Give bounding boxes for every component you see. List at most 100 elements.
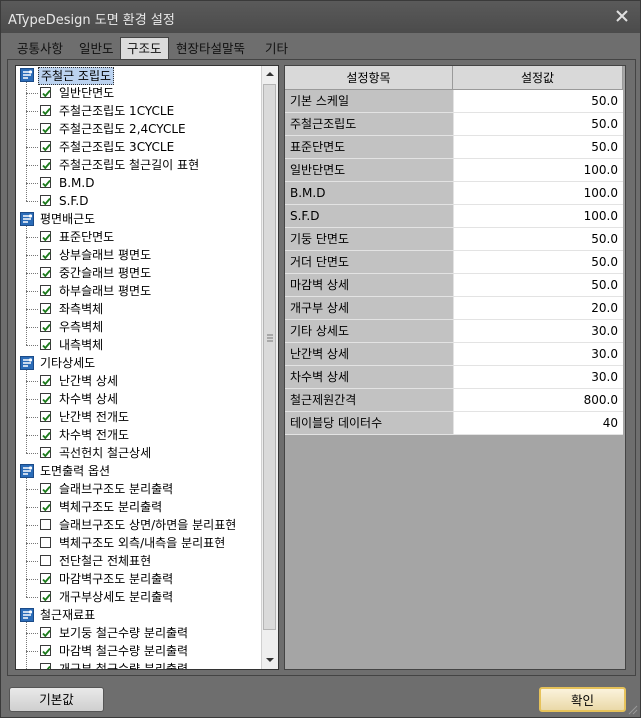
grid-value-cell[interactable]: 50.0 — [453, 90, 623, 113]
checkbox[interactable] — [40, 141, 51, 152]
grid-key-cell: 마감벽 상세 — [285, 274, 453, 297]
checkbox[interactable] — [40, 285, 51, 296]
tree-item[interactable]: 하부슬래브 평면도 — [16, 282, 262, 300]
tree-item[interactable]: 벽체구조도 분리출력 — [16, 498, 262, 516]
tree-item[interactable]: 주철근조립도 1CYCLE — [16, 102, 262, 120]
tree-item[interactable]: 전단철근 전체표현 — [16, 552, 262, 570]
grid-row: 주철근조립도 50.0 — [285, 113, 623, 136]
window-title: ATypeDesign 도면 환경 설정 — [8, 13, 175, 28]
tree-item[interactable]: 곡선헌치 철근상세 — [16, 444, 262, 462]
resize-grip-icon[interactable] — [626, 703, 638, 715]
checkbox[interactable] — [40, 645, 51, 656]
default-button[interactable]: 기본값 — [9, 687, 104, 712]
checkbox[interactable] — [40, 267, 51, 278]
checkbox[interactable] — [40, 87, 51, 98]
checkbox[interactable] — [40, 447, 51, 458]
grid-value-cell[interactable]: 100.0 — [453, 205, 623, 228]
title-bar[interactable]: ATypeDesign 도면 환경 설정 — [1, 1, 640, 33]
tab-common[interactable]: 공통사항 — [11, 39, 69, 59]
tree-item[interactable]: 중간슬래브 평면도 — [16, 264, 262, 282]
grid-value-cell[interactable]: 30.0 — [453, 343, 623, 366]
checkbox[interactable] — [40, 501, 51, 512]
checkbox[interactable] — [40, 519, 51, 530]
tree-item[interactable]: 슬래브구조도 분리출력 — [16, 480, 262, 498]
tree-item[interactable]: 개구부상세도 분리출력 — [16, 588, 262, 606]
checkbox[interactable] — [40, 663, 51, 669]
grid-key-cell: 난간벽 상세 — [285, 343, 453, 366]
tree-item[interactable]: 상부슬래브 평면도 — [16, 246, 262, 264]
checkbox[interactable] — [40, 393, 51, 404]
tree-item[interactable]: B.M.D — [16, 174, 262, 192]
tree-group[interactable]: 도면출력 옵션 — [16, 462, 262, 480]
tree-group[interactable]: 평면배근도 — [16, 210, 262, 228]
checkbox[interactable] — [40, 231, 51, 242]
tree-item[interactable]: 난간벽 전개도 — [16, 408, 262, 426]
grid-value-cell[interactable]: 50.0 — [453, 113, 623, 136]
close-icon[interactable] — [614, 8, 630, 24]
tree-item[interactable]: 주철근조립도 3CYCLE — [16, 138, 262, 156]
tree-item[interactable]: 마감벽 철근수량 분리출력 — [16, 642, 262, 660]
tree-scrollbar[interactable] — [261, 66, 278, 669]
grid-value-cell[interactable]: 50.0 — [453, 274, 623, 297]
grid-value-cell[interactable]: 50.0 — [453, 136, 623, 159]
scroll-up-icon[interactable] — [262, 66, 278, 82]
tree-item[interactable]: 차수벽 상세 — [16, 390, 262, 408]
tree-item[interactable]: 개구부 철근수량 분리출력 — [16, 660, 262, 669]
folder-settings-icon — [20, 356, 34, 370]
checkbox[interactable] — [40, 411, 51, 422]
tree-group[interactable]: 주철근 조립도 — [16, 66, 262, 85]
checkbox[interactable] — [40, 555, 51, 566]
tree-group[interactable]: 철근재료표 — [16, 606, 262, 624]
checkbox[interactable] — [40, 105, 51, 116]
scroll-down-icon[interactable] — [262, 652, 278, 668]
checkbox[interactable] — [40, 123, 51, 134]
checkbox[interactable] — [40, 249, 51, 260]
tree-item[interactable]: 표준단면도 — [16, 228, 262, 246]
tree-item[interactable]: 벽체구조도 외측/내측을 분리표현 — [16, 534, 262, 552]
checkbox[interactable] — [40, 159, 51, 170]
tab-cast-in-place-pile[interactable]: 현장타설말뚝 — [170, 39, 251, 59]
tree-item[interactable]: 좌측벽체 — [16, 300, 262, 318]
grid-value-cell[interactable]: 50.0 — [453, 251, 623, 274]
tab-general[interactable]: 일반도 — [73, 39, 120, 59]
ok-button[interactable]: 확인 — [539, 687, 626, 712]
grid-value-cell[interactable]: 20.0 — [453, 297, 623, 320]
tab-structure[interactable]: 구조도 — [120, 37, 169, 61]
tree-item[interactable]: 내측벽체 — [16, 336, 262, 354]
checkbox[interactable] — [40, 177, 51, 188]
grid-row: 철근제원간격 800.0 — [285, 389, 623, 412]
tree-item[interactable]: 보기둥 철근수량 분리출력 — [16, 624, 262, 642]
drawing-tree[interactable]: 주철근 조립도 일반단면도 주철근조립도 1CYCLE 주철근조립도 2,4CYCLE… — [15, 65, 279, 670]
tree-item[interactable]: 차수벽 전개도 — [16, 426, 262, 444]
checkbox[interactable] — [40, 195, 51, 206]
tree-connector — [26, 93, 38, 94]
grid-value-cell[interactable]: 40 — [453, 412, 623, 435]
tree-item[interactable]: 우측벽체 — [16, 318, 262, 336]
checkbox[interactable] — [40, 483, 51, 494]
tree-item[interactable]: S.F.D — [16, 192, 262, 210]
checkbox[interactable] — [40, 429, 51, 440]
checkbox[interactable] — [40, 537, 51, 548]
tree-group[interactable]: 기타상세도 — [16, 354, 262, 372]
checkbox[interactable] — [40, 339, 51, 350]
grid-value-cell[interactable]: 100.0 — [453, 182, 623, 205]
tab-etc[interactable]: 기타 — [259, 39, 294, 59]
grid-value-cell[interactable]: 50.0 — [453, 228, 623, 251]
tree-item[interactable]: 난간벽 상세 — [16, 372, 262, 390]
checkbox[interactable] — [40, 573, 51, 584]
tree-item[interactable]: 슬래브구조도 상면/하면을 분리표현 — [16, 516, 262, 534]
tree-item[interactable]: 마감벽구조도 분리출력 — [16, 570, 262, 588]
tree-item[interactable]: 주철근조립도 2,4CYCLE — [16, 120, 262, 138]
grid-value-cell[interactable]: 800.0 — [453, 389, 623, 412]
grid-value-cell[interactable]: 100.0 — [453, 159, 623, 182]
checkbox[interactable] — [40, 375, 51, 386]
tree-item[interactable]: 주철근조립도 철근길이 표현 — [16, 156, 262, 174]
checkbox[interactable] — [40, 321, 51, 332]
grid-value-cell[interactable]: 30.0 — [453, 366, 623, 389]
checkbox[interactable] — [40, 303, 51, 314]
checkbox[interactable] — [40, 591, 51, 602]
checkbox[interactable] — [40, 627, 51, 638]
tree-item[interactable]: 일반단면도 — [16, 84, 262, 102]
scroll-thumb[interactable] — [263, 84, 276, 630]
grid-value-cell[interactable]: 30.0 — [453, 320, 623, 343]
